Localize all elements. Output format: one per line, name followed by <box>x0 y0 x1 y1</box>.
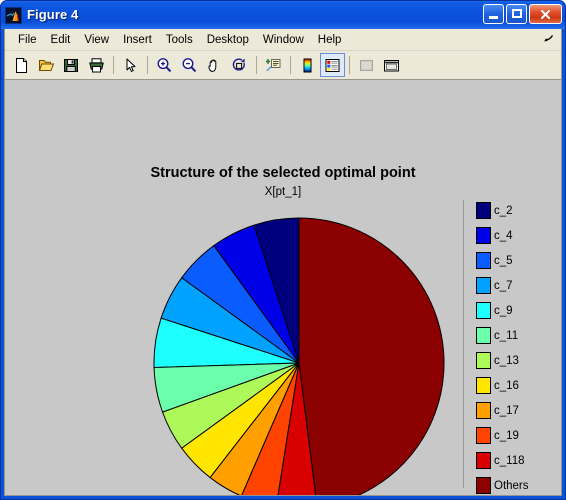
print-figure-button[interactable] <box>84 53 109 77</box>
menu-item-view[interactable]: View <box>77 32 116 48</box>
hide-plot-tools-button[interactable] <box>354 53 379 77</box>
legend-item-label: c_2 <box>494 204 513 217</box>
legend-item[interactable]: c_11 <box>463 323 555 348</box>
show-plot-tools-button[interactable] <box>379 53 404 77</box>
legend-item-label: c_9 <box>494 304 513 317</box>
maximize-button[interactable] <box>506 4 527 24</box>
toolbar-separator <box>256 56 257 74</box>
open-file-button[interactable] <box>34 53 59 77</box>
matlab-membrane-icon <box>5 6 22 24</box>
legend-item-label: c_13 <box>494 354 519 367</box>
legend-item-label: c_118 <box>494 454 525 467</box>
legend-color-swatch <box>476 227 491 244</box>
legend-color-swatch <box>476 327 491 344</box>
menu-item-file[interactable]: File <box>11 32 44 48</box>
menu-item-tools[interactable]: Tools <box>159 32 200 48</box>
chart-title: Structure of the selected optimal point <box>150 165 416 181</box>
legend-item-label: c_17 <box>494 404 519 417</box>
data-cursor-button[interactable] <box>261 53 286 77</box>
pie-chart[interactable] <box>153 217 445 495</box>
close-icon <box>530 5 561 23</box>
maximize-icon <box>512 9 522 18</box>
legend-rows: c_2 c_4 c_5 c_7 c_9 c_11 c_13 c_16 c_17 c_19 c_118… <box>463 198 555 495</box>
menu-item-edit[interactable]: Edit <box>44 32 78 48</box>
legend-item[interactable]: c_16 <box>463 373 555 398</box>
legend-item[interactable]: c_19 <box>463 423 555 448</box>
legend-item-label: Others <box>494 479 529 492</box>
menu-bar: File Edit View Insert Tools Desktop Wind… <box>5 29 561 51</box>
dock-figure-arrow-icon[interactable] <box>542 32 555 45</box>
chart-subtitle: X[pt_1] <box>264 186 302 198</box>
legend-color-swatch <box>476 252 491 269</box>
legend-item-label: c_5 <box>494 254 513 267</box>
window-title: Figure 4 <box>27 7 79 22</box>
edit-plot-button[interactable] <box>118 53 143 77</box>
legend-color-swatch <box>476 352 491 369</box>
menu-item-window[interactable]: Window <box>256 32 311 48</box>
legend-color-swatch <box>476 302 491 319</box>
legend-color-swatch <box>476 477 491 494</box>
zoom-in-button[interactable] <box>152 53 177 77</box>
legend-color-swatch <box>476 402 491 419</box>
menu-item-insert[interactable]: Insert <box>116 32 159 48</box>
legend-item[interactable]: Others <box>463 473 555 495</box>
legend-color-swatch <box>476 452 491 469</box>
caption-buttons <box>483 4 562 24</box>
figure-window: Figure 4 File Edit View Insert Tools Des… <box>0 0 566 500</box>
legend-item[interactable]: c_13 <box>463 348 555 373</box>
legend-item[interactable]: c_118 <box>463 448 555 473</box>
pan-button[interactable] <box>202 53 227 77</box>
figure-canvas[interactable]: Structure of the selected optimal point … <box>5 80 561 495</box>
figure-toolbar <box>5 51 561 80</box>
toolbar-separator <box>147 56 148 74</box>
legend-item[interactable]: c_2 <box>463 198 555 223</box>
insert-colorbar-button[interactable] <box>295 53 320 77</box>
menu-item-desktop[interactable]: Desktop <box>200 32 256 48</box>
pie-slice[interactable] <box>298 217 445 495</box>
pie-chart-svg[interactable] <box>153 217 445 495</box>
legend-item[interactable]: c_17 <box>463 398 555 423</box>
title-bar[interactable]: Figure 4 <box>1 1 565 29</box>
toolbar-separator <box>113 56 114 74</box>
legend-item[interactable]: c_7 <box>463 273 555 298</box>
legend-divider <box>463 200 464 488</box>
toolbar-separator <box>290 56 291 74</box>
close-button[interactable] <box>529 4 562 24</box>
legend-item[interactable]: c_9 <box>463 298 555 323</box>
save-figure-button[interactable] <box>59 53 84 77</box>
toolbar-separator <box>349 56 350 74</box>
legend-item[interactable]: c_4 <box>463 223 555 248</box>
minimize-icon <box>489 16 498 19</box>
zoom-out-button[interactable] <box>177 53 202 77</box>
legend-color-swatch <box>476 277 491 294</box>
legend-item-label: c_4 <box>494 229 513 242</box>
window-client-area: File Edit View Insert Tools Desktop Wind… <box>4 29 562 496</box>
minimize-button[interactable] <box>483 4 504 24</box>
legend-item-label: c_7 <box>494 279 513 292</box>
legend-color-swatch <box>476 377 491 394</box>
insert-legend-button[interactable] <box>320 53 345 77</box>
legend-item-label: c_19 <box>494 429 519 442</box>
legend-color-swatch <box>476 202 491 219</box>
legend-item-label: c_16 <box>494 379 519 392</box>
legend-item-label: c_11 <box>494 329 519 342</box>
rotate-3d-button[interactable] <box>227 53 252 77</box>
menu-item-help[interactable]: Help <box>311 32 349 48</box>
new-figure-button[interactable] <box>9 53 34 77</box>
legend-item[interactable]: c_5 <box>463 248 555 273</box>
legend-color-swatch <box>476 427 491 444</box>
chart-legend: c_2 c_4 c_5 c_7 c_9 c_11 c_13 c_16 c_17 c_19 c_118… <box>463 198 555 495</box>
